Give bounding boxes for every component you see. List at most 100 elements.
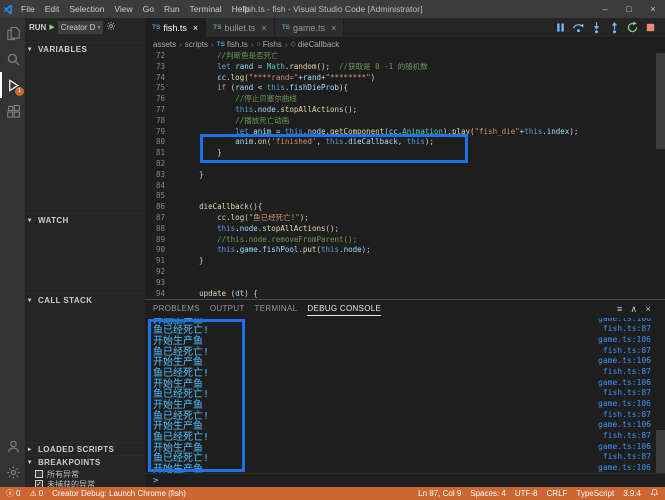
tab-fish.ts[interactable]: TSfish.ts× [145,18,206,37]
code-line[interactable]: 87 cc.log("鱼已经死亡!"); [145,213,665,224]
code-line[interactable]: 83 } [145,170,665,181]
code-line[interactable]: 73 let rand = Math.random(); //获取是 0 -1 … [145,62,665,73]
console-source-link[interactable]: game.ts:106 [598,399,665,408]
close-tab-icon[interactable]: × [261,23,266,33]
settings-gear-icon[interactable] [0,459,25,485]
search-icon[interactable] [0,46,25,72]
console-source-link[interactable]: game.ts:106 [598,335,665,344]
line-number[interactable]: 84 [145,181,175,192]
debug-console-input[interactable]: > [145,473,665,487]
code-line[interactable]: 75 if (rand < this.fishDieProb){ [145,83,665,94]
section-call-stack[interactable]: CALL STACK [25,293,145,306]
language-mode[interactable]: TypeScript [576,489,614,498]
typescript-version[interactable]: 3.9.4 [623,489,641,498]
pause-icon[interactable] [554,21,567,34]
line-number[interactable]: 90 [145,245,175,256]
tab-bullet.ts[interactable]: TSbullet.ts× [206,18,275,37]
line-number[interactable]: 76 [145,94,175,105]
checkbox-unchecked[interactable] [35,470,43,478]
menu-run[interactable]: Run [159,4,185,14]
section-variables[interactable]: VARIABLES [25,42,145,55]
line-number[interactable]: 83 [145,170,175,181]
line-number[interactable]: 86 [145,202,175,213]
console-source-link[interactable]: game.ts:106 [598,463,665,472]
run-debug-icon[interactable]: 1 [0,72,25,98]
code-line[interactable]: 77 this.node.stopAllActions(); [145,105,665,116]
line-number[interactable]: 82 [145,159,175,170]
indentation[interactable]: Spaces: 4 [470,489,506,498]
menu-selection[interactable]: Selection [64,4,109,14]
close-panel-icon[interactable]: × [645,304,651,315]
console-source-link[interactable]: fish.ts:87 [603,367,665,376]
close-tab-icon[interactable]: × [331,23,336,33]
debug-status[interactable]: Creator Debug: Launch Chrome (fish) [52,489,186,498]
code-line[interactable]: 91 } [145,256,665,267]
code-line[interactable]: 84 [145,181,665,192]
step-over-icon[interactable] [572,21,585,34]
code-line[interactable]: 74 cc.log("****rand="+rand+"********") [145,73,665,84]
code-line[interactable]: 86 dieCallback(){ [145,202,665,213]
line-number[interactable]: 78 [145,116,175,127]
line-number[interactable]: 72 [145,51,175,62]
code-line[interactable]: 89 //this.node.removeFromParent(); [145,235,665,246]
line-number[interactable]: 79 [145,127,175,138]
line-number[interactable]: 73 [145,62,175,73]
line-number[interactable]: 85 [145,191,175,202]
problems-errors[interactable]: ⓧ0 [6,488,20,499]
line-number[interactable]: 74 [145,73,175,84]
menu-view[interactable]: View [109,4,137,14]
cursor-position[interactable]: Ln 87, Col 9 [418,489,461,498]
menu-terminal[interactable]: Terminal [185,4,227,14]
code-line[interactable]: 76 //停止贝塞尔曲线 [145,94,665,105]
panel-tab-output[interactable]: OUTPUT [210,302,245,316]
close-button[interactable]: × [641,0,665,18]
section-loaded-scripts[interactable]: LOADED SCRIPTS [25,442,145,455]
code-line[interactable]: 80 anim.on('finished', this.dieCallback,… [145,137,665,148]
breakpoint-all-exceptions[interactable]: 所有异常 [35,469,79,479]
section-watch[interactable]: WATCH [25,213,145,226]
code-line[interactable]: 81 } [145,148,665,159]
editor-scrollbar[interactable] [656,53,665,149]
breadcrumb-item[interactable]: assets [153,40,176,49]
console-source-link[interactable]: game.ts:106 [598,356,665,365]
console-source-link[interactable]: game.ts:106 [598,442,665,451]
step-into-icon[interactable] [590,21,603,34]
explorer-icon[interactable] [0,20,25,46]
debug-config-dropdown[interactable]: Creator D ▾ [58,21,104,34]
code-line[interactable]: 78 //播放死亡动画 [145,116,665,127]
section-breakpoints[interactable]: BREAKPOINTS [25,455,145,468]
code-line[interactable]: 72 //判断鱼是否死亡 [145,51,665,62]
code-line[interactable]: 82 [145,159,665,170]
breakpoint-uncaught-exceptions[interactable]: 未捕获的异常 [35,479,95,487]
checkbox-checked[interactable] [35,480,43,487]
notifications-bell[interactable] [650,488,659,499]
console-source-link[interactable]: game.ts:106 [598,420,665,429]
extensions-icon[interactable] [0,98,25,124]
maximize-button[interactable]: □ [617,0,641,18]
panel-tab-problems[interactable]: PROBLEMS [153,302,200,316]
console-source-link[interactable]: game.ts:106 [598,318,665,323]
code-line[interactable]: 88 this.node.stopAllActions(); [145,224,665,235]
breadcrumb-item[interactable]: ◇dieCallback [291,40,340,49]
step-out-icon[interactable] [608,21,621,34]
console-source-link[interactable]: fish.ts:87 [603,324,665,333]
stop-icon[interactable] [644,21,657,34]
line-number[interactable]: 88 [145,224,175,235]
console-source-link[interactable]: fish.ts:87 [603,410,665,419]
panel-scrollbar[interactable] [656,430,665,473]
close-tab-icon[interactable]: × [193,23,198,33]
menu-go[interactable]: Go [138,4,159,14]
line-number[interactable]: 87 [145,213,175,224]
menu-file[interactable]: File [16,4,40,14]
line-number[interactable]: 89 [145,235,175,246]
panel-tab-terminal[interactable]: TERMINAL [255,302,298,316]
debug-settings-gear-icon[interactable] [106,21,116,33]
encoding[interactable]: UTF-8 [515,489,538,498]
line-number[interactable]: 80 [145,137,175,148]
line-number[interactable]: 94 [145,289,175,299]
account-icon[interactable] [0,433,25,459]
console-source-link[interactable]: fish.ts:87 [603,346,665,355]
filter-icon[interactable]: ≡ [617,304,623,315]
eol[interactable]: CRLF [547,489,568,498]
code-line[interactable]: 93 [145,278,665,289]
